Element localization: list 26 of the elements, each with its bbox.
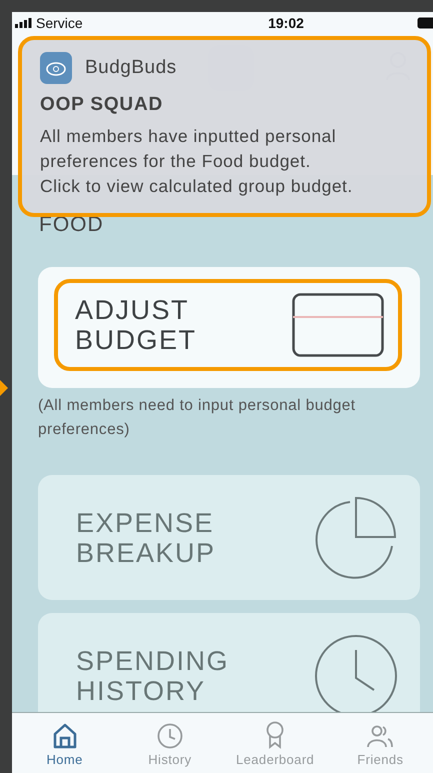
notification-title: OOP SQUAD — [40, 94, 164, 116]
pie-chart-icon — [314, 496, 398, 580]
home-icon — [52, 723, 77, 749]
card-label: SPENDING HISTORY — [76, 646, 230, 706]
signal-icon — [15, 18, 33, 28]
notification-text: Click to view calculated group budget. — [40, 175, 354, 198]
clock-icon — [156, 723, 183, 749]
notification-banner[interactable]: BudgBuds OOP SQUAD All members have inputted personal preferences for the Food budget. Click to view calculated group budget. — [18, 36, 431, 217]
card-icon — [292, 293, 384, 357]
card-label: ADJUST BUDGET — [75, 295, 197, 355]
people-icon — [366, 725, 394, 749]
tab[interactable]: History — [117, 713, 222, 773]
notification-text: All members have inputted personal preferences for the Food budget. — [40, 125, 338, 173]
app-name: BudgBuds — [85, 57, 177, 79]
clock-icon — [314, 634, 398, 712]
tab[interactable]: Leaderboard — [222, 713, 328, 773]
menu-card[interactable]: ADJUST BUDGET — [38, 267, 420, 388]
card-label: EXPENSE BREAKUP — [76, 508, 216, 568]
tab[interactable]: Friends — [328, 713, 433, 773]
clock-time: 19:02 — [268, 14, 304, 30]
battery-icon — [417, 16, 433, 28]
arrow-pointer-icon — [0, 380, 8, 396]
carrier-name: Service — [36, 14, 83, 30]
award-ribbon-icon — [265, 721, 286, 749]
tab[interactable]: Home — [12, 713, 118, 773]
card-note: (All members need to input personal budget preferences) — [38, 396, 357, 440]
